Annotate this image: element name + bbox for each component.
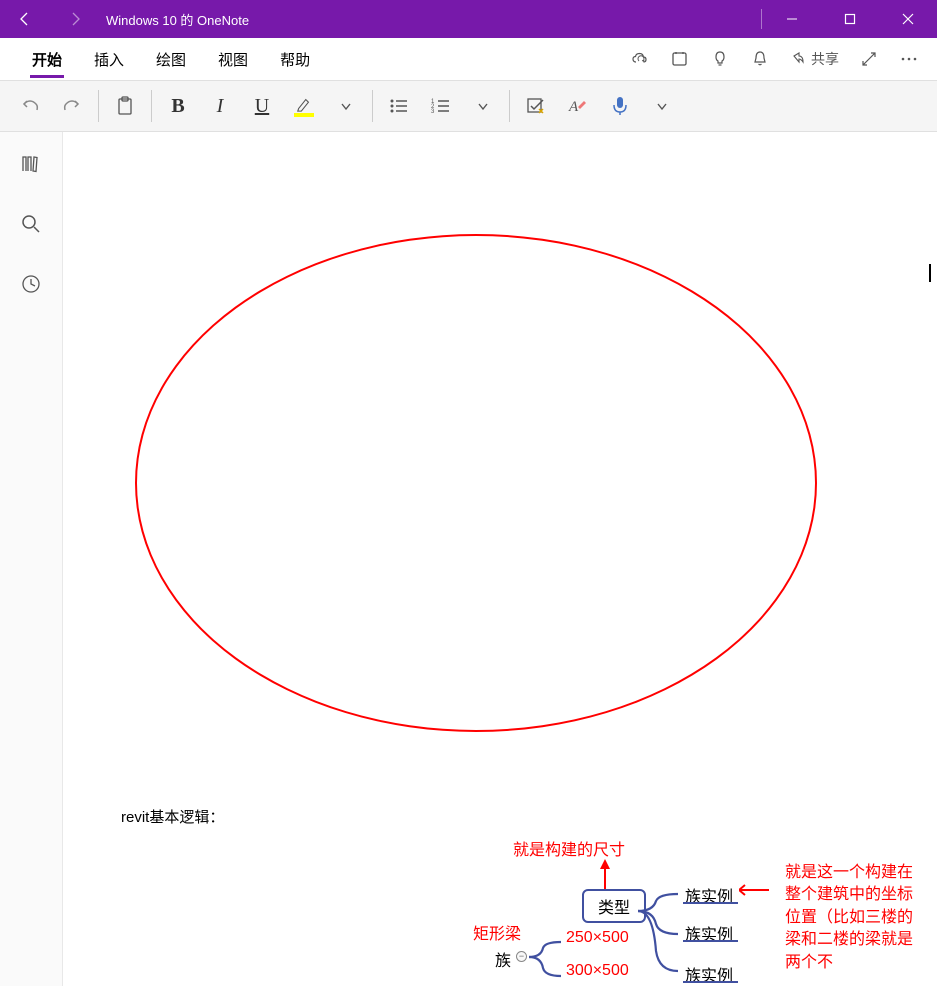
underline-button[interactable]: U: [242, 84, 282, 128]
coordinate-annotation: 就是这一个构建在整个建筑中的坐标位置（比如三楼的梁和二楼的梁就是两个不: [785, 862, 925, 974]
recent-icon[interactable]: [11, 264, 51, 304]
clear-format-button[interactable]: A: [558, 84, 598, 128]
dim-250x500: 250×500: [566, 929, 629, 947]
paragraph-dropdown[interactable]: [463, 84, 503, 128]
bullet-list-button[interactable]: [379, 84, 419, 128]
share-button[interactable]: 共享: [780, 49, 849, 69]
instance-arrow: [739, 880, 779, 920]
bold-button[interactable]: B: [158, 84, 198, 128]
text-cursor: [929, 264, 931, 282]
menu-bar: 开始 插入 绘图 视图 帮助 共享: [0, 38, 937, 81]
branch-lines: [638, 889, 688, 979]
todo-tag-button[interactable]: [516, 84, 556, 128]
logic-title-text[interactable]: revit基本逻辑：: [121, 806, 224, 827]
fullscreen-icon[interactable]: [849, 38, 889, 81]
window-title: Windows 10 的 OneNote: [100, 10, 760, 29]
font-dropdown[interactable]: [326, 84, 366, 128]
menu-view[interactable]: 视图: [202, 38, 264, 81]
number-list-button[interactable]: 123: [421, 84, 461, 128]
forward-button[interactable]: [50, 0, 100, 38]
svg-text:A: A: [568, 99, 579, 115]
clipboard-button[interactable]: [105, 84, 145, 128]
meeting-icon[interactable]: [660, 38, 700, 81]
sidebar: [0, 132, 63, 986]
collapse-toggle-icon[interactable]: −: [516, 951, 527, 962]
type-node[interactable]: 类型: [582, 889, 646, 923]
dim-300x500: 300×500: [566, 962, 629, 980]
more-toolbar-dropdown[interactable]: [642, 84, 682, 128]
cloud-sync-icon[interactable]: [620, 38, 660, 81]
dictate-button[interactable]: [600, 84, 640, 128]
undo-button[interactable]: [10, 84, 50, 128]
mindmap-diagram[interactable]: 就是构建的尺寸 类型 矩形梁 族 − 250×500 300×500 族实例 族…: [413, 834, 883, 986]
search-icon[interactable]: [11, 204, 51, 244]
italic-button[interactable]: I: [200, 84, 240, 128]
oval-shape[interactable]: [135, 234, 817, 732]
family-label: 族: [495, 947, 511, 971]
redo-button[interactable]: [52, 84, 92, 128]
notification-bell-icon[interactable]: [740, 38, 780, 81]
title-bar: Windows 10 的 OneNote: [0, 0, 937, 38]
dimension-annotation: 就是构建的尺寸: [513, 836, 625, 860]
title-divider: [761, 9, 762, 29]
note-canvas[interactable]: revit基本逻辑： 就是构建的尺寸 类型 矩形梁 族 − 250×500 30…: [63, 132, 937, 986]
back-button[interactable]: [0, 0, 50, 38]
minimize-button[interactable]: [763, 0, 821, 38]
family-branch: [529, 940, 569, 980]
menu-draw[interactable]: 绘图: [140, 38, 202, 81]
maximize-button[interactable]: [821, 0, 879, 38]
rect-beam-label: 矩形梁: [473, 920, 521, 944]
toolbar: B I U 123 A: [0, 81, 937, 132]
more-options-icon[interactable]: [889, 38, 929, 81]
menu-start[interactable]: 开始: [16, 38, 78, 81]
share-label: 共享: [811, 49, 839, 69]
lightbulb-icon[interactable]: [700, 38, 740, 81]
menu-insert[interactable]: 插入: [78, 38, 140, 81]
highlight-button[interactable]: [284, 84, 324, 128]
svg-text:3: 3: [431, 109, 435, 115]
menu-help[interactable]: 帮助: [264, 38, 326, 81]
notebooks-icon[interactable]: [11, 144, 51, 184]
close-button[interactable]: [879, 0, 937, 38]
